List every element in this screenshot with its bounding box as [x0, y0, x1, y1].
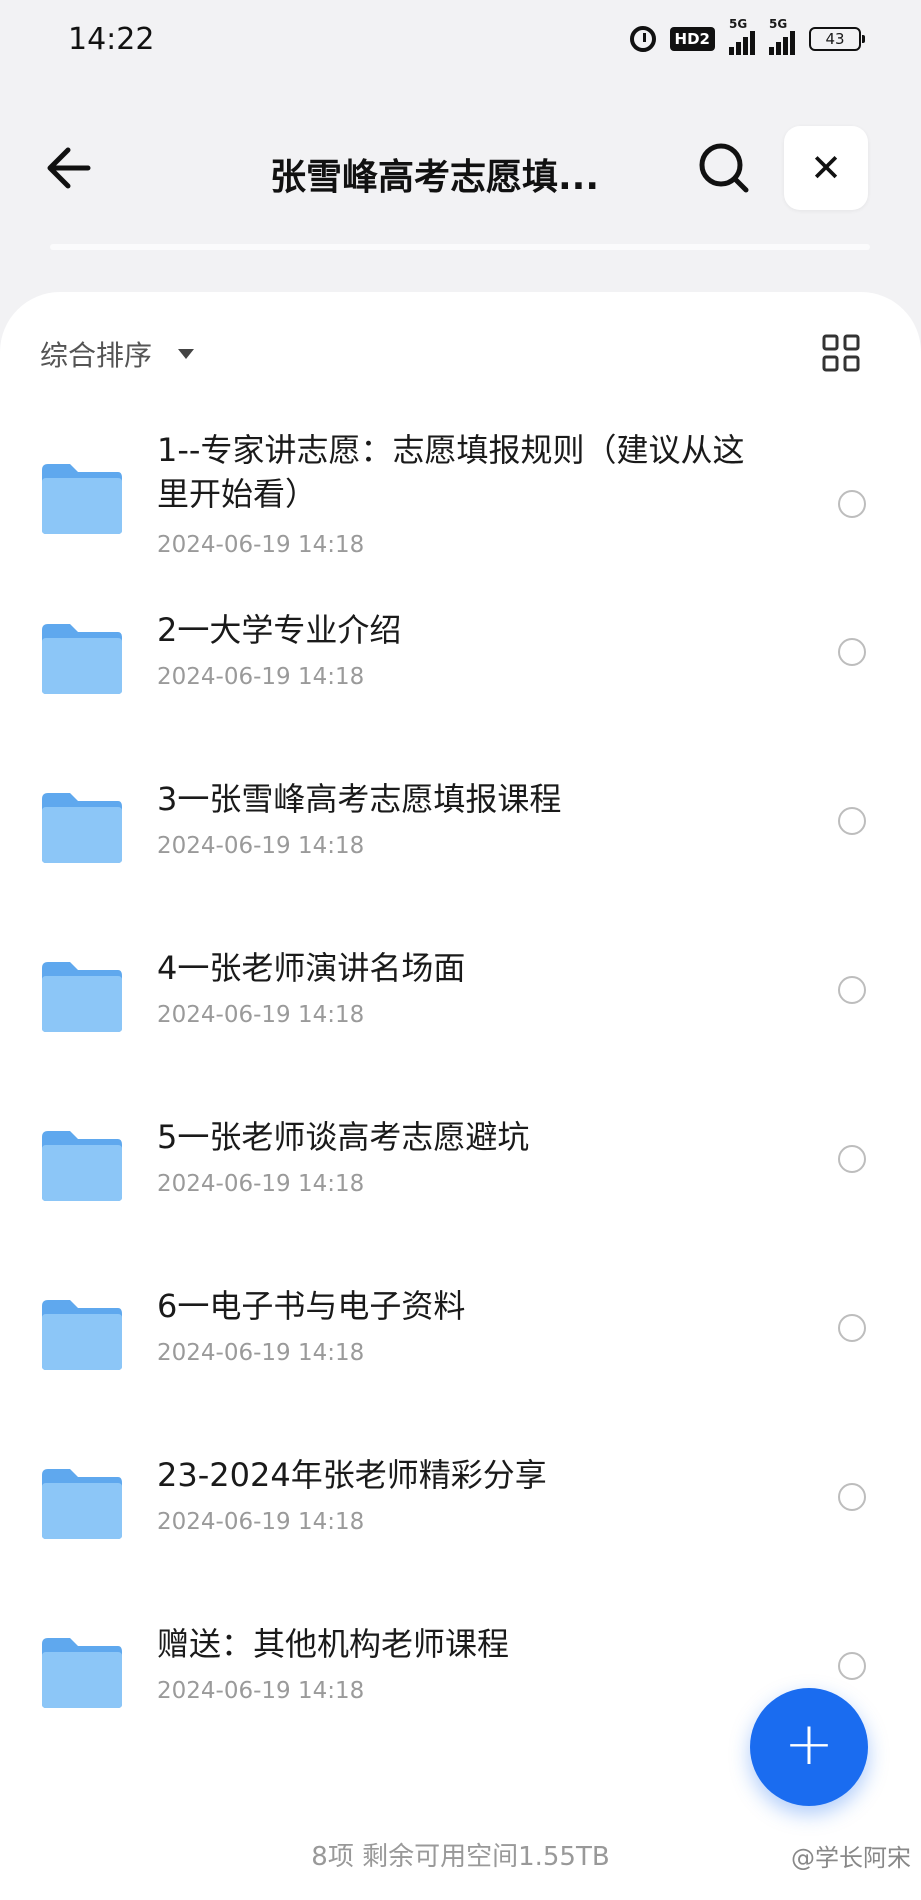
folder-icon [42, 1300, 122, 1370]
grid-view-icon [822, 334, 860, 372]
folder-icon [42, 1131, 122, 1201]
hd-voice-icon: HD2 [669, 27, 715, 51]
alarm-icon [629, 26, 656, 52]
folder-icon [42, 1469, 122, 1539]
page-title: 张雪峰高考志愿填... [270, 157, 600, 198]
watermark: @学长阿宋 [791, 1838, 911, 1873]
list-item[interactable]: 1--专家讲志愿：志愿填报规则（建议从这里开始看） 2024-06-19 14:… [0, 412, 921, 562]
file-name: 4一张老师演讲名场面 [157, 949, 466, 987]
file-date: 2024-06-19 14:18 [157, 1340, 365, 1366]
select-radio[interactable] [838, 638, 866, 666]
folder-icon [42, 793, 122, 863]
close-icon: ✕ [810, 146, 842, 190]
select-radio[interactable] [838, 976, 866, 1004]
divider [50, 244, 870, 250]
file-date: 2024-06-19 14:18 [157, 833, 365, 859]
search-icon [699, 143, 749, 193]
plus-icon: + [783, 1709, 835, 1779]
file-name: 赠送：其他机构老师课程 [157, 1625, 510, 1663]
back-button[interactable] [40, 138, 100, 198]
folder-icon [42, 1638, 122, 1708]
status-bar: 14:22 HD2 5G 5G 43 [0, 0, 921, 80]
list-item[interactable]: 5一张老师谈高考志愿避坑 2024-06-19 14:18 [0, 1099, 921, 1249]
file-date: 2024-06-19 14:18 [157, 532, 365, 558]
file-name: 2一大学专业介绍 [157, 611, 402, 649]
storage-summary: 8项 剩余可用空间1.55TB [311, 1842, 610, 1872]
status-time: 14:22 [68, 22, 155, 57]
file-name: 5一张老师谈高考志愿避坑 [157, 1118, 530, 1156]
select-radio[interactable] [838, 1314, 866, 1342]
signal-icon-2: 5G [769, 17, 795, 55]
signal-label: 5G [729, 17, 748, 31]
sort-dropdown[interactable]: 综合排序 [40, 334, 195, 374]
file-date: 2024-06-19 14:18 [157, 1509, 365, 1535]
arrow-left-icon [47, 147, 91, 189]
file-name: 23-2024年张老师精彩分享 [157, 1456, 547, 1494]
signal-label-2: 5G [769, 17, 788, 31]
grid-view-button[interactable] [822, 334, 860, 372]
status-icons: HD2 5G 5G 43 [629, 17, 865, 56]
folder-icon [42, 962, 122, 1032]
file-name: 3一张雪峰高考志愿填报课程 [157, 780, 562, 818]
folder-icon [42, 464, 122, 534]
watermark-text: @学长阿宋 [791, 1844, 911, 1872]
top-bar: 张雪峰高考志愿填... ✕ [0, 120, 921, 220]
list-item[interactable]: 2一大学专业介绍 2024-06-19 14:18 [0, 592, 921, 742]
signal-icon: 5G [729, 17, 755, 55]
add-button[interactable]: + [750, 1688, 868, 1806]
select-radio[interactable] [838, 490, 866, 518]
select-radio[interactable] [838, 1483, 866, 1511]
file-name: 1--专家讲志愿：志愿填报规则（建议从这里开始看） [157, 431, 745, 513]
file-date: 2024-06-19 14:18 [157, 664, 365, 690]
list-item[interactable]: 3一张雪峰高考志愿填报课程 2024-06-19 14:18 [0, 761, 921, 911]
select-radio[interactable] [838, 1652, 866, 1680]
select-radio[interactable] [838, 1145, 866, 1173]
list-item[interactable]: 4一张老师演讲名场面 2024-06-19 14:18 [0, 930, 921, 1080]
folder-icon [42, 624, 122, 694]
sort-label: 综合排序 [40, 339, 153, 372]
search-button[interactable] [694, 138, 754, 198]
file-date: 2024-06-19 14:18 [157, 1171, 365, 1197]
select-radio[interactable] [838, 807, 866, 835]
file-name: 6一电子书与电子资料 [157, 1287, 466, 1325]
file-list-panel: 综合排序 1--专家讲志愿：志愿填报规则（建议从这里开始看） 2024-06-1… [0, 292, 921, 1900]
list-item[interactable]: 6一电子书与电子资料 2024-06-19 14:18 [0, 1268, 921, 1418]
battery-icon: 43 [809, 27, 865, 51]
file-date: 2024-06-19 14:18 [157, 1678, 365, 1704]
chevron-down-icon [178, 349, 195, 359]
file-date: 2024-06-19 14:18 [157, 1002, 365, 1028]
list-item[interactable]: 23-2024年张老师精彩分享 2024-06-19 14:18 [0, 1437, 921, 1587]
close-button[interactable]: ✕ [784, 126, 868, 210]
